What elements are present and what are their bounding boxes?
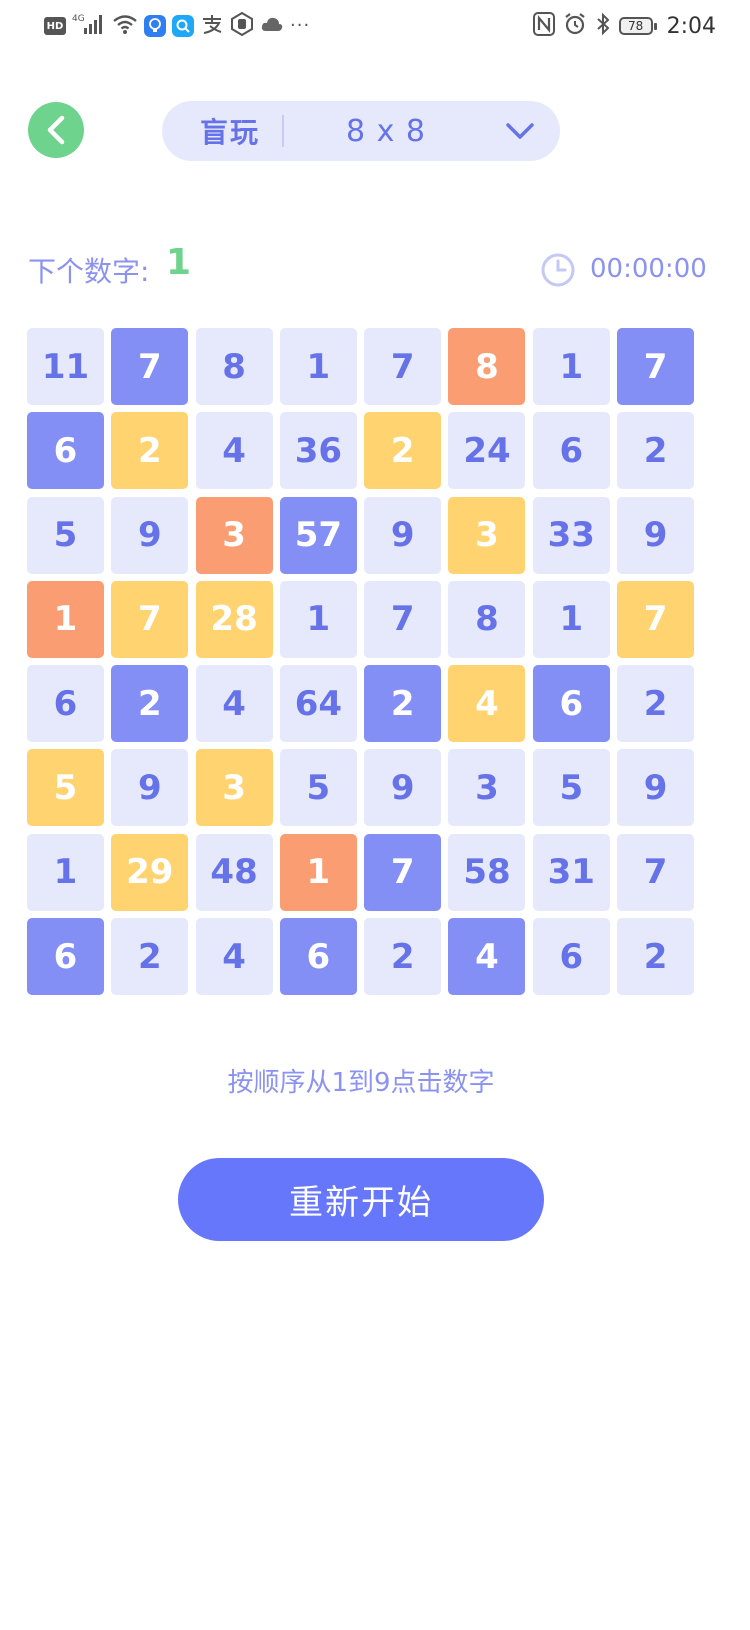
grid-cell[interactable]: 3 (195, 496, 273, 574)
grid-cell[interactable]: 2 (111, 412, 189, 490)
grid-cell[interactable]: 9 (617, 749, 695, 827)
grid-cell[interactable]: 9 (617, 496, 695, 574)
grid-cell[interactable]: 1 (279, 833, 357, 911)
status-bar-left: HD 4G ··· (44, 11, 311, 40)
grid-cell[interactable]: 6 (532, 412, 610, 490)
grid-cell[interactable]: 8 (448, 580, 526, 658)
grid-cell[interactable]: 7 (617, 833, 695, 911)
grid-cell[interactable]: 1 (279, 580, 357, 658)
grid-cell[interactable]: 5 (27, 496, 104, 574)
next-number-label: 下个数字: (28, 255, 150, 288)
bluetooth-icon (595, 12, 611, 40)
battery-icon: 78 (618, 17, 657, 35)
more-notifications-icon: ··· (290, 15, 311, 36)
alipay-icon (200, 13, 224, 39)
alarm-icon (563, 12, 587, 40)
grid-cell[interactable]: 7 (111, 580, 189, 658)
grid-cell[interactable]: 9 (111, 496, 189, 574)
grid-cell[interactable]: 2 (364, 918, 442, 996)
grid-cell[interactable]: 31 (532, 833, 610, 911)
mode-size-selector[interactable]: 盲玩 8 x 8 (162, 101, 560, 161)
grid-cell[interactable]: 58 (448, 833, 526, 911)
grid-cell[interactable]: 7 (617, 328, 695, 405)
grid-cell[interactable]: 4 (195, 665, 273, 743)
grid-cell[interactable]: 6 (532, 918, 610, 996)
grid-cell[interactable]: 6 (27, 918, 104, 996)
grid-cell[interactable]: 4 (195, 918, 273, 996)
restart-button[interactable]: 重新开始 (178, 1158, 544, 1241)
grid-cell[interactable]: 1 (27, 833, 104, 911)
hand-icon (230, 11, 254, 40)
grid-cell[interactable]: 64 (279, 665, 357, 743)
status-bar: HD 4G ··· 78 2:04 (0, 0, 750, 52)
bulb-icon (144, 15, 166, 37)
timer-value: 00:00:00 (590, 254, 707, 284)
grid-cell[interactable]: 4 (448, 665, 526, 743)
grid-cell[interactable]: 6 (27, 665, 104, 743)
number-grid: 11 7 8 1 7 8 1 7 6 2 4 36 2 24 6 2 5 9 3 57 9 3 33 9 1 7 28 1 7 8 1 7 6 2… (27, 328, 695, 996)
grid-cell[interactable]: 33 (532, 496, 610, 574)
grid-cell[interactable]: 7 (364, 328, 442, 405)
chevron-left-icon (47, 115, 65, 145)
grid-cell[interactable]: 2 (111, 665, 189, 743)
status-bar-right: 78 2:04 (532, 12, 716, 40)
next-number-value: 1 (166, 242, 192, 283)
grid-cell[interactable]: 4 (195, 412, 273, 490)
grid-cell[interactable]: 28 (195, 580, 273, 658)
chevron-down-icon (504, 119, 536, 147)
grid-cell[interactable]: 3 (448, 496, 526, 574)
grid-cell[interactable]: 1 (27, 580, 104, 658)
grid-cell[interactable]: 24 (448, 412, 526, 490)
grid-cell[interactable]: 1 (532, 328, 610, 405)
mode-divider (282, 115, 284, 147)
grid-cell[interactable]: 7 (364, 580, 442, 658)
grid-cell[interactable]: 2 (364, 412, 442, 490)
game-screen: HD 4G ··· 78 2:04 盲玩 8 x 8 下个数字: 1 00:00… (0, 0, 750, 1630)
clock-time: 2:04 (666, 13, 716, 39)
grid-cell[interactable]: 2 (617, 918, 695, 996)
clock-icon (540, 252, 576, 292)
grid-cell[interactable]: 2 (111, 918, 189, 996)
wifi-icon (112, 13, 138, 39)
grid-cell[interactable]: 3 (195, 749, 273, 827)
nfc-icon (532, 12, 555, 40)
grid-cell[interactable]: 2 (364, 665, 442, 743)
grid-cell[interactable]: 4 (448, 918, 526, 996)
grid-cell[interactable]: 6 (279, 918, 357, 996)
grid-cell[interactable]: 5 (532, 749, 610, 827)
grid-cell[interactable]: 48 (195, 833, 273, 911)
grid-cell[interactable]: 8 (195, 328, 273, 405)
cloud-icon (260, 15, 284, 37)
grid-cell[interactable]: 1 (279, 328, 357, 405)
grid-cell[interactable]: 2 (617, 412, 695, 490)
grid-size-value: 8 x 8 (346, 113, 426, 149)
grid-cell[interactable]: 5 (27, 749, 104, 827)
grid-cell[interactable]: 5 (279, 749, 357, 827)
grid-cell[interactable]: 36 (279, 412, 357, 490)
instruction-hint: 按顺序从1到9点击数字 (227, 1068, 495, 1098)
cellular-signal-icon: 4G (72, 12, 106, 40)
grid-cell[interactable]: 2 (617, 665, 695, 743)
network-type-label: 4G (72, 14, 85, 24)
grid-cell[interactable]: 7 (364, 833, 442, 911)
grid-cell[interactable]: 57 (279, 496, 357, 574)
grid-cell[interactable]: 1 (532, 580, 610, 658)
grid-cell[interactable]: 6 (532, 665, 610, 743)
grid-cell[interactable]: 29 (111, 833, 189, 911)
search-icon (172, 15, 194, 37)
grid-cell[interactable]: 3 (448, 749, 526, 827)
grid-cell[interactable]: 11 (27, 328, 104, 405)
grid-cell[interactable]: 9 (111, 749, 189, 827)
grid-cell[interactable]: 9 (364, 749, 442, 827)
back-button[interactable] (28, 102, 84, 158)
grid-cell[interactable]: 8 (448, 328, 526, 405)
grid-cell[interactable]: 6 (27, 412, 104, 490)
grid-cell[interactable]: 9 (364, 496, 442, 574)
grid-cell[interactable]: 7 (617, 580, 695, 658)
hd-badge: HD (44, 17, 66, 35)
grid-cell[interactable]: 7 (111, 328, 189, 405)
mode-label: 盲玩 (200, 116, 261, 149)
